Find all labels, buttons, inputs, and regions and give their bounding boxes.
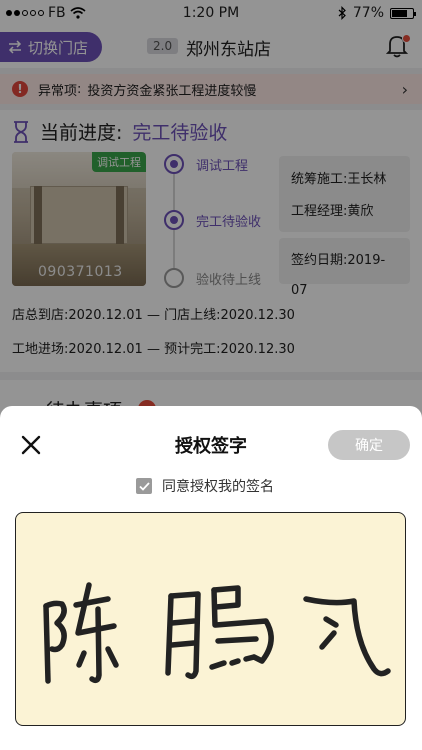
- checkbox[interactable]: [136, 478, 152, 494]
- signature-pad[interactable]: [15, 512, 406, 726]
- agree-checkbox-row[interactable]: 同意授权我的签名: [136, 476, 274, 496]
- signature-image: [43, 582, 391, 684]
- confirm-button[interactable]: 确定: [328, 430, 410, 460]
- check-icon: [138, 481, 150, 491]
- signature-sheet: 授权签字 确定 同意授权我的签名: [0, 406, 422, 750]
- agree-label: 同意授权我的签名: [162, 479, 274, 495]
